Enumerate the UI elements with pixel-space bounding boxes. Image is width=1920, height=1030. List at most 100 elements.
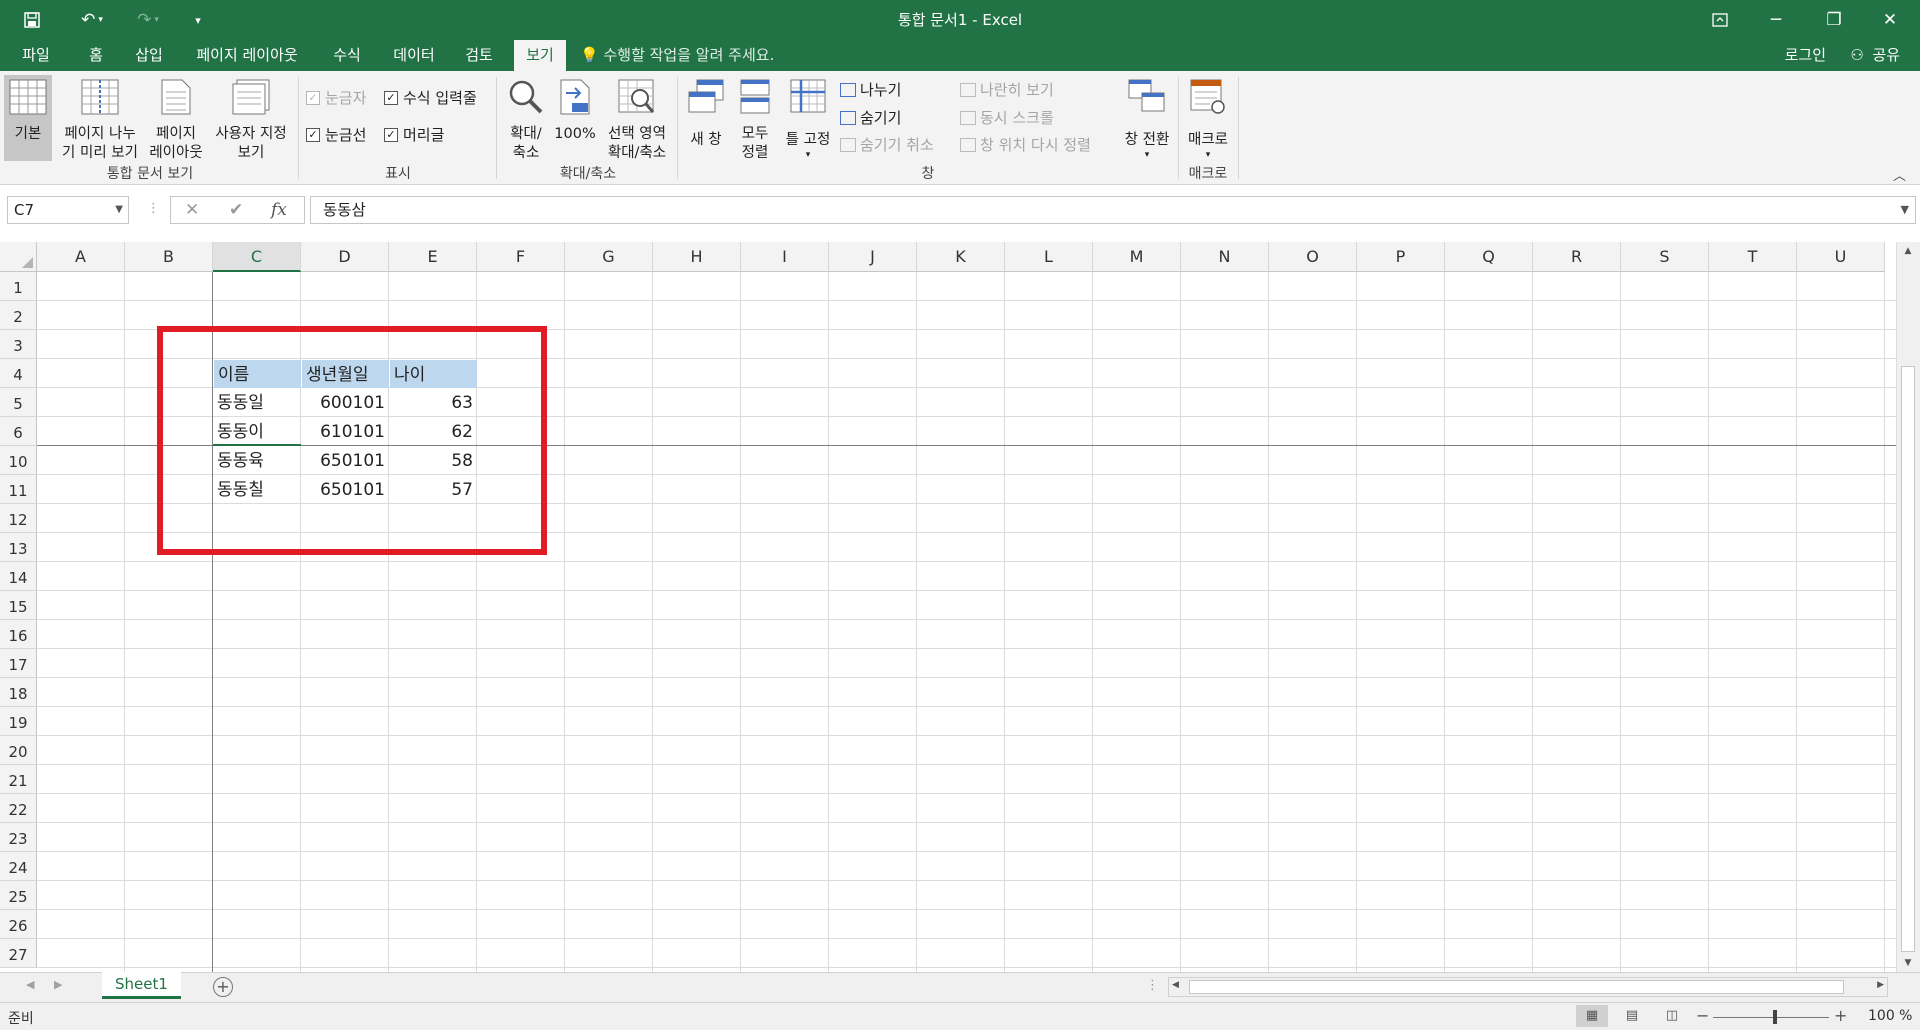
zoom-to-selection-button[interactable]: 선택 영역 확대/축소 [600,75,674,161]
row-header-14[interactable]: 14 [0,562,37,591]
row-header-26[interactable]: 26 [0,910,37,939]
formula-input[interactable]: 동동삼 ▼ [310,196,1916,224]
column-header-N[interactable]: N [1181,242,1269,272]
tab-page-layout[interactable]: 페이지 레이아웃 [184,40,310,71]
scroll-up-icon[interactable]: ▲ [1901,246,1915,262]
row-header-15[interactable]: 15 [0,591,37,620]
ruler-checkbox[interactable]: ✓ 눈금자 [306,87,366,108]
zoom-slider-thumb[interactable] [1773,1010,1777,1024]
share-button[interactable]: ⚇ 공유 [1848,40,1900,71]
row-header-10[interactable]: 10 [0,446,37,475]
zoom-button[interactable]: 확대/ 축소 [502,75,550,161]
column-header-I[interactable]: I [741,242,829,272]
column-header-S[interactable]: S [1621,242,1709,272]
column-header-K[interactable]: K [917,242,1005,272]
worksheet-grid[interactable]: ABCDEFGHIJKLMNOPQRSTU 1 2 3 4 5 6 10 11 12 13 14 15… [0,242,1920,972]
row-header-23[interactable]: 23 [0,823,37,852]
tab-view[interactable]: 보기 [514,40,566,71]
column-header-R[interactable]: R [1533,242,1621,272]
page-break-preview-button[interactable]: 페이지 나누 기 미리 보기 [54,75,146,161]
normal-view-button[interactable]: 기본 [4,75,52,161]
horizontal-scroll-thumb[interactable] [1189,980,1844,994]
column-header-O[interactable]: O [1269,242,1357,272]
zoom-100-button[interactable]: 100% [552,75,598,161]
page-layout-status-icon[interactable]: ▤ [1616,1005,1648,1027]
row-header-27[interactable]: 27 [0,939,37,968]
sheet-tab[interactable]: Sheet1 [102,972,181,999]
unhide-button[interactable]: 숨기기 취소 [840,134,934,155]
column-header-T[interactable]: T [1709,242,1797,272]
row-header-17[interactable]: 17 [0,649,37,678]
name-box[interactable]: C7 ▼ [7,196,129,224]
column-header-G[interactable]: G [565,242,653,272]
row-header-19[interactable]: 19 [0,707,37,736]
tab-home[interactable]: 홈 [76,40,116,71]
row-header-2[interactable]: 2 [0,301,37,330]
enter-icon[interactable]: ✔ [229,200,243,220]
new-window-button[interactable]: 새 창 [684,75,728,161]
normal-view-status-icon[interactable]: ▦ [1576,1005,1608,1027]
page-layout-view-button[interactable]: 페이지 레이아웃 [148,75,204,161]
insert-function-icon[interactable]: fx [271,200,287,220]
ribbon-display-options-icon[interactable] [1692,0,1748,40]
row-header-25[interactable]: 25 [0,881,37,910]
cancel-icon[interactable]: ✕ [185,200,199,220]
column-header-H[interactable]: H [653,242,741,272]
login-link[interactable]: 로그인 [1785,40,1826,71]
name-box-dropdown-icon[interactable]: ▼ [115,197,123,223]
restore-icon[interactable]: ❐ [1806,0,1862,40]
expand-formula-bar-icon[interactable]: ▼ [1901,197,1909,223]
row-header-22[interactable]: 22 [0,794,37,823]
zoom-in-icon[interactable]: + [1834,1006,1847,1025]
next-sheet-icon[interactable]: ▶ [54,978,62,991]
row-header-4[interactable]: 4 [0,359,37,388]
column-header-B[interactable]: B [125,242,213,272]
collapse-ribbon-icon[interactable]: ︿ [1893,165,1906,184]
row-header-21[interactable]: 21 [0,765,37,794]
column-header-D[interactable]: D [301,242,389,272]
column-header-U[interactable]: U [1797,242,1885,272]
row-header-3[interactable]: 3 [0,330,37,359]
column-header-E[interactable]: E [389,242,477,272]
column-header-J[interactable]: J [829,242,917,272]
freeze-panes-button[interactable]: 틀 고정 ▾ [780,75,836,161]
column-header-L[interactable]: L [1005,242,1093,272]
side-by-side-button[interactable]: 나란히 보기 [960,79,1054,100]
row-header-24[interactable]: 24 [0,852,37,881]
reset-window-position-button[interactable]: 창 위치 다시 정렬 [960,134,1091,155]
row-header-16[interactable]: 16 [0,620,37,649]
row-header-1[interactable]: 1 [0,272,37,301]
zoom-level[interactable]: 100 % [1868,1008,1912,1024]
row-header-13[interactable]: 13 [0,533,37,562]
macros-button[interactable]: 매크로 ▾ [1182,75,1234,161]
column-header-A[interactable]: A [37,242,125,272]
minimize-icon[interactable]: ─ [1748,0,1804,40]
row-header-11[interactable]: 11 [0,475,37,504]
split-button[interactable]: 나누기 [840,79,901,100]
formula-bar-resize-handle[interactable]: ⋮ [147,201,160,216]
formula-bar-checkbox[interactable]: ✓ 수식 입력줄 [384,87,477,108]
column-header-F[interactable]: F [477,242,565,272]
column-header-M[interactable]: M [1093,242,1181,272]
row-header-18[interactable]: 18 [0,678,37,707]
hide-button[interactable]: 숨기기 [840,107,901,128]
headings-checkbox[interactable]: ✓ 머리글 [384,124,444,145]
custom-views-button[interactable]: 사용자 지정 보기 [206,75,296,161]
page-break-status-icon[interactable]: ◫ [1656,1005,1688,1027]
gridlines-checkbox[interactable]: ✓ 눈금선 [306,124,366,145]
tab-file[interactable]: 파일 [8,40,64,71]
sync-scroll-button[interactable]: 동시 스크롤 [960,107,1054,128]
prev-sheet-icon[interactable]: ◀ [26,978,34,991]
scroll-down-icon[interactable]: ▼ [1901,958,1915,972]
tab-insert[interactable]: 삽입 [124,40,174,71]
column-header-C[interactable]: C [213,242,301,272]
row-header-5[interactable]: 5 [0,388,37,417]
tab-split-handle[interactable]: ⋮ [1146,978,1159,993]
tell-me-search[interactable]: 💡 수행할 작업을 알려 주세요. [580,40,774,71]
add-sheet-icon[interactable]: + [213,977,233,997]
scroll-left-icon[interactable]: ◀ [1172,980,1179,990]
zoom-out-icon[interactable]: − [1696,1006,1709,1025]
tab-review[interactable]: 검토 [454,40,504,71]
switch-windows-button[interactable]: 창 전환 ▾ [1118,75,1176,161]
column-header-P[interactable]: P [1357,242,1445,272]
